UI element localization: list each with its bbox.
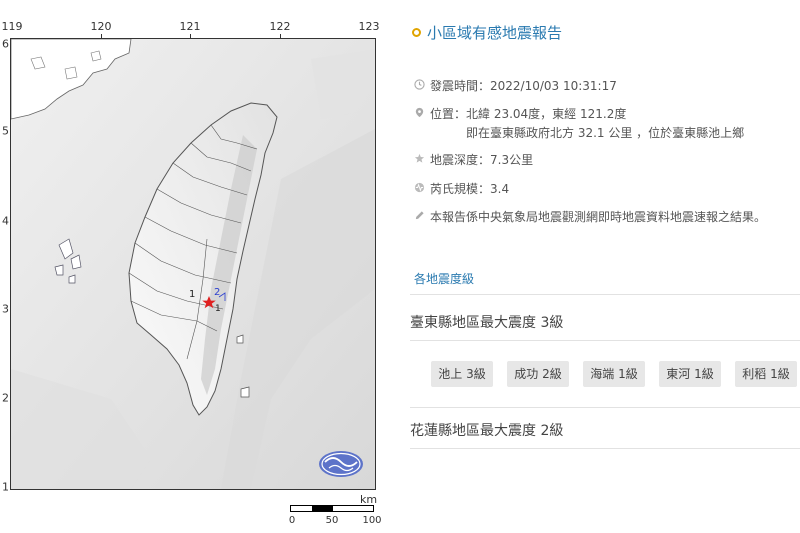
- station-intensity-list: 池上 3級 成功 2級 海端 1級 東河 1級 利稻 1級: [431, 361, 800, 387]
- seismic-wave-icon: [414, 182, 425, 193]
- lat-label: 2: [2, 391, 9, 405]
- lon-label: 122: [269, 20, 291, 33]
- lat-label: 1: [2, 480, 9, 494]
- clock-icon: [414, 79, 425, 90]
- earthquake-report-panel: 小區域有感地震報告 發震時間：2022/10/03 10:31:17 位置：北緯…: [400, 0, 800, 533]
- central-weather-bureau-logo: [319, 451, 363, 477]
- lat-label: 3: [2, 302, 9, 316]
- location-detail: 即在臺東縣政府北方 32.1 公里 ，位於臺東縣池上鄉: [466, 126, 745, 140]
- magnitude-row: 芮氏規模：3.4: [414, 180, 509, 197]
- scale-segment: [312, 506, 333, 511]
- scale-tick: 0: [288, 515, 296, 526]
- orchid-island: [240, 386, 250, 398]
- scale-tick: 50: [325, 515, 339, 526]
- depth-row: 地震深度：7.3公里: [414, 151, 533, 168]
- intensity-mark: 1: [215, 304, 221, 314]
- intensity-section-title: 各地震度級: [414, 272, 475, 286]
- report-title-row: 小區域有感地震報告: [412, 22, 562, 43]
- seismic-map[interactable]: 1 2 1: [10, 38, 376, 490]
- map-panel: 119 120 121 122 123 6 5 4 3 2 1 1 2 1 km…: [0, 0, 400, 533]
- lat-label: 6: [2, 37, 9, 51]
- divider: [410, 294, 800, 295]
- scale-segment: [291, 506, 312, 511]
- map-canvas: 1 2 1: [11, 39, 375, 489]
- station-chip[interactable]: 海端 1級: [583, 361, 645, 387]
- location-row: 位置：北緯 23.04度，東經 121.2度: [414, 105, 626, 122]
- pencil-icon: [415, 211, 424, 220]
- circle-bullet-icon: [412, 28, 421, 37]
- seafloor-relief: [311, 49, 375, 119]
- scale-segment: [333, 506, 373, 511]
- report-title: 小區域有感地震報告: [427, 24, 563, 42]
- divider: [410, 340, 800, 341]
- region-heading-taitung[interactable]: 臺東縣地區最大震度 3級: [410, 312, 563, 332]
- focal-depth: 地震深度：7.3公里: [430, 153, 534, 167]
- scale-bar: [290, 505, 374, 512]
- lon-label: 123: [358, 20, 380, 33]
- map-pin-icon: [415, 107, 424, 118]
- lon-label: 121: [179, 20, 201, 33]
- station-chip[interactable]: 東河 1級: [659, 361, 721, 387]
- star-icon: [414, 153, 425, 163]
- station-chip[interactable]: 成功 2級: [507, 361, 569, 387]
- lon-label: 120: [90, 20, 112, 33]
- divider: [410, 407, 800, 408]
- origin-time-row: 發震時間：2022/10/03 10:31:17: [414, 77, 617, 94]
- origin-time: 發震時間：2022/10/03 10:31:17: [430, 79, 617, 93]
- lat-label: 4: [2, 214, 9, 228]
- intensity-mark: 1: [189, 289, 195, 300]
- lat-label: 5: [2, 124, 9, 138]
- report-note: 本報告係中央氣象局地震觀測網即時地震資料地震速報之結果。: [430, 210, 767, 224]
- lon-label: 119: [1, 20, 23, 33]
- scale-tick: 100: [362, 515, 382, 526]
- magnitude: 芮氏規模：3.4: [430, 182, 510, 196]
- location: 位置：北緯 23.04度，東經 121.2度: [430, 107, 627, 121]
- region-heading-hualien[interactable]: 花蓮縣地區最大震度 2級: [410, 420, 563, 440]
- note-row: 本報告係中央氣象局地震觀測網即時地震資料地震速報之結果。: [414, 208, 766, 225]
- station-chip[interactable]: 池上 3級: [431, 361, 493, 387]
- divider: [410, 448, 800, 449]
- station-chip[interactable]: 利稻 1級: [735, 361, 797, 387]
